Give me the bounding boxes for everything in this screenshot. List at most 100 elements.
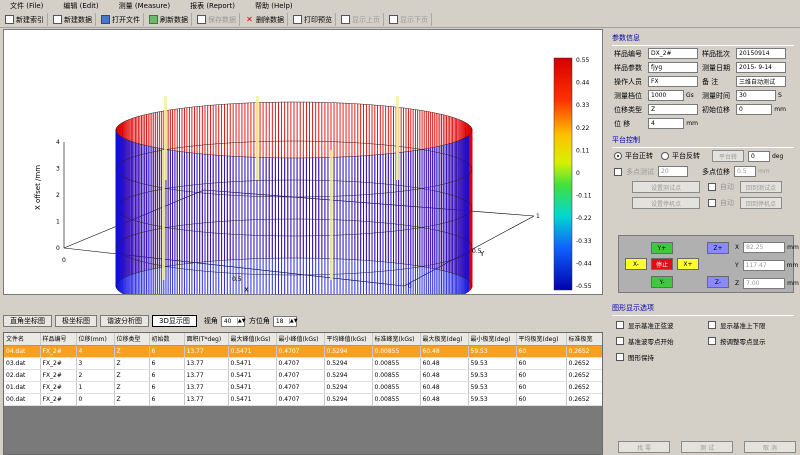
column-header[interactable]: 平均极宽(deg) xyxy=(516,333,567,346)
y-plus-button[interactable]: Y+ xyxy=(651,242,673,254)
disp-type-select[interactable]: Z xyxy=(648,104,698,115)
multipoint-checkbox[interactable] xyxy=(614,167,622,176)
surface-band xyxy=(396,96,399,180)
new-index-button[interactable]: 新建索引 xyxy=(2,13,48,26)
plot-3d[interactable]: 0123400.5100.51 X offset /mm X Y 0.550.4… xyxy=(3,29,603,315)
x-plus-button[interactable]: X+ xyxy=(677,258,699,270)
find-zero-button[interactable]: 找 零 xyxy=(618,441,670,453)
option-sine-checkbox[interactable] xyxy=(616,321,624,329)
table-row[interactable]: 04.dat FX_2# 4 Z 6 13.77 0.5471 0.4707 0.5294 0.0… xyxy=(4,345,602,358)
spin-arrows-icon[interactable]: ▲▼ xyxy=(236,318,246,324)
back-test-point-button[interactable]: 回到测试点 xyxy=(740,181,782,193)
new-index-icon xyxy=(5,15,14,24)
next-page-button[interactable]: 显示下页 xyxy=(386,13,432,26)
menu-file[interactable]: 文件 (File) xyxy=(10,1,43,11)
refresh-button[interactable]: 刷新数据 xyxy=(146,13,192,26)
tab-harmonic[interactable]: 谐波分析图 xyxy=(100,315,149,327)
table-cell: 60 xyxy=(516,381,567,394)
option-adjust-zero-checkbox[interactable] xyxy=(708,337,716,345)
x-coordinate: X 82.25 mm xyxy=(735,242,799,253)
disp-field[interactable]: 4 xyxy=(648,118,685,129)
table-row[interactable]: 00.dat FX_2# 0 Z 6 13.77 0.5471 0.4707 0.5294 0.0… xyxy=(4,393,602,406)
table-cell: 60 xyxy=(516,369,567,382)
menu-edit[interactable]: 编辑 (Edit) xyxy=(63,1,98,11)
column-header[interactable]: 标准峰宽(kGs) xyxy=(372,333,421,346)
date-picker[interactable]: 2015- 9-14 xyxy=(736,62,786,73)
auto-stop-checkbox[interactable] xyxy=(708,199,716,207)
column-header[interactable]: 位移类型 xyxy=(114,333,150,346)
option-limits-checkbox[interactable] xyxy=(708,321,716,329)
tab-3d[interactable]: 3D显示图 xyxy=(152,315,197,327)
init-disp-field[interactable]: 0 xyxy=(736,104,773,115)
column-header[interactable]: 最小峰值(kGs) xyxy=(276,333,325,346)
table-cell: 60.48 xyxy=(420,381,469,394)
x-minus-button[interactable]: X- xyxy=(625,258,647,270)
test-button[interactable]: 测 试 xyxy=(681,441,733,453)
tab-polar[interactable]: 极坐标图 xyxy=(55,315,97,327)
column-header[interactable]: 位移(mm) xyxy=(76,333,115,346)
z-plus-button[interactable]: Z+ xyxy=(707,242,729,254)
option-limits[interactable]: 显示基准上下限 xyxy=(708,320,800,330)
column-header[interactable]: 最大极宽(deg) xyxy=(420,333,469,346)
tab-cartesian[interactable]: 直角坐标图 xyxy=(3,315,52,327)
column-header[interactable]: 最小极宽(deg) xyxy=(468,333,517,346)
operator-field[interactable]: FX xyxy=(648,76,698,87)
column-header[interactable]: 样品编号 xyxy=(40,333,77,346)
note-field[interactable]: 三维自动测试 xyxy=(736,76,786,87)
z-axis-label: X offset /mm xyxy=(34,165,42,210)
menu-report[interactable]: 报表 (Report) xyxy=(190,1,235,11)
option-sine[interactable]: 显示基准正弦波 xyxy=(616,320,708,330)
prev-page-button[interactable]: 显示上页 xyxy=(338,13,384,26)
column-header[interactable]: 平均峰值(kGs) xyxy=(324,333,373,346)
set-test-point-button[interactable]: 设置测试点 xyxy=(632,181,700,193)
forward-radio[interactable] xyxy=(614,152,622,160)
menu-help[interactable]: 帮助 (Help) xyxy=(255,1,293,11)
time-field[interactable]: 30 xyxy=(736,90,776,101)
spin-arrows-icon[interactable]: ▲▼ xyxy=(288,318,298,324)
reverse-radio[interactable] xyxy=(661,152,669,160)
column-header[interactable]: 标准极宽 xyxy=(566,333,602,346)
table-row[interactable]: 03.dat FX_2# 3 Z 6 13.77 0.5471 0.4707 0.5294 0.0… xyxy=(4,357,602,370)
spec-field[interactable]: fjyg xyxy=(648,62,698,73)
option-adjust-zero[interactable]: 按调整零点显示 xyxy=(708,336,800,346)
action-buttons: 找 零 测 试 取 消 xyxy=(618,441,796,453)
batch-field[interactable]: 20150914 xyxy=(736,48,786,59)
menu-measure[interactable]: 测量 (Measure) xyxy=(119,1,170,11)
back-stop-point-button[interactable]: 回到停机点 xyxy=(740,197,782,209)
azimuth-stepper[interactable]: 18 ▲▼ xyxy=(272,315,298,327)
print-preview-button[interactable]: 打印预览 xyxy=(290,13,336,26)
cancel-button[interactable]: 取 消 xyxy=(744,441,796,453)
auto-test-checkbox[interactable] xyxy=(708,183,716,191)
delete-button[interactable]: ✕ 删除数据 xyxy=(242,13,288,26)
y-minus-button[interactable]: Y- xyxy=(651,276,673,288)
angle-field[interactable]: 0 xyxy=(748,150,770,162)
sample-no-field[interactable]: DX_2# xyxy=(648,48,698,59)
column-header[interactable]: 面积(T*deg) xyxy=(184,333,229,346)
option-hold-checkbox[interactable] xyxy=(616,353,624,361)
table-row[interactable]: 01.dat FX_2# 1 Z 6 13.77 0.5471 0.4707 0.5294 0.0… xyxy=(4,381,602,394)
set-stop-point-button[interactable]: 设置停机点 xyxy=(632,197,700,209)
column-header[interactable]: 文件名 xyxy=(4,333,41,346)
z-minus-button[interactable]: Z- xyxy=(707,276,729,288)
table-cell: 0.00855 xyxy=(372,357,421,370)
multipoint-select[interactable]: 20 xyxy=(658,166,688,177)
option-hold[interactable]: 图形保持 xyxy=(616,352,708,362)
range-select[interactable]: 1000 xyxy=(648,90,684,101)
option-zero-start-checkbox[interactable] xyxy=(616,337,624,345)
view-angle-stepper[interactable]: 40 ▲▼ xyxy=(220,315,246,327)
open-file-button[interactable]: 打开文件 xyxy=(98,13,144,26)
table-row[interactable]: 02.dat FX_2# 2 Z 6 13.77 0.5471 0.4707 0.5294 0.0… xyxy=(4,369,602,382)
table-cell: 0.2652 xyxy=(566,393,602,406)
table-cell: 0.5294 xyxy=(324,381,373,394)
column-header[interactable]: 初始数 xyxy=(149,333,185,346)
new-data-button[interactable]: 新建数据 xyxy=(50,13,96,26)
z-tick-label: 2 xyxy=(56,192,60,199)
table-cell: 01.dat xyxy=(4,381,41,394)
surface-band xyxy=(162,150,165,280)
save-button[interactable]: 保存数据 xyxy=(194,13,240,26)
multipos-field[interactable]: 0.5 xyxy=(734,166,756,177)
platform-rotate-button[interactable]: 平台转 xyxy=(712,150,744,162)
option-zero-start[interactable]: 基准波零点开始 xyxy=(616,336,708,346)
column-header[interactable]: 最大峰值(kGs) xyxy=(228,333,277,346)
stop-button[interactable]: 停止 xyxy=(651,258,673,270)
